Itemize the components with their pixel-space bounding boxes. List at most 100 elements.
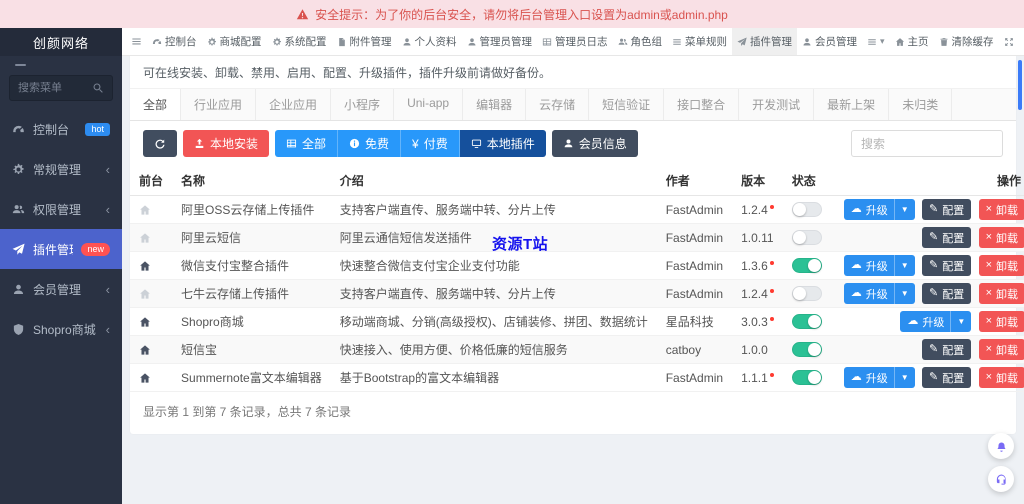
user-menu[interactable]: 创颜 bbox=[1019, 28, 1024, 55]
status-toggle[interactable] bbox=[791, 258, 822, 274]
uninstall-button[interactable]: × 卸载 bbox=[978, 227, 1024, 248]
category-tab[interactable]: 接口整合 bbox=[664, 89, 740, 120]
nav-menu-item[interactable]: 附件管理 bbox=[332, 28, 397, 55]
table-search-box bbox=[851, 130, 1003, 157]
record-summary: 显示第 1 到第 7 条记录，总共 7 条记录 bbox=[143, 405, 352, 419]
sidebar-item-label: Shopro商城 bbox=[33, 322, 96, 337]
category-tab[interactable]: 全部 bbox=[130, 89, 182, 120]
bell-icon bbox=[995, 440, 1008, 453]
caret-down-icon[interactable]: ▼ bbox=[893, 367, 915, 388]
upgrade-button[interactable]: ☁ 升级 ▼ bbox=[843, 283, 915, 304]
filter-all-button[interactable]: 全部 bbox=[275, 130, 339, 157]
caret-down-icon[interactable]: ▼ bbox=[893, 255, 915, 276]
status-toggle[interactable] bbox=[791, 314, 822, 330]
list-icon bbox=[672, 37, 682, 47]
upgrade-button[interactable]: ☁ 升级 ▼ bbox=[900, 311, 972, 332]
sidebar-toggle-button[interactable] bbox=[126, 28, 147, 56]
scrollbar-thumb[interactable] bbox=[1018, 60, 1022, 110]
config-button[interactable]: ✎ 配置 bbox=[922, 199, 972, 220]
uninstall-button[interactable]: × 卸载 bbox=[978, 255, 1024, 276]
pencil-icon: ✎ bbox=[929, 259, 939, 271]
upgrade-button[interactable]: ☁ 升级 ▼ bbox=[843, 255, 915, 276]
status-toggle[interactable] bbox=[791, 342, 822, 358]
notification-fab[interactable] bbox=[988, 433, 1014, 459]
sidebar-badge: new bbox=[81, 242, 110, 256]
more-menus-dropdown[interactable]: ▾ bbox=[862, 28, 890, 55]
sidebar-search-input[interactable] bbox=[18, 82, 89, 94]
nav-menu-item[interactable]: 会员管理 bbox=[797, 28, 862, 55]
sidebar-item[interactable]: 控制台 hot bbox=[0, 109, 122, 149]
uninstall-button[interactable]: × 卸载 bbox=[978, 199, 1024, 220]
upgrade-button[interactable]: ☁ 升级 ▼ bbox=[843, 367, 915, 388]
expand-icon bbox=[1004, 37, 1014, 47]
status-toggle[interactable] bbox=[791, 202, 822, 218]
uninstall-button[interactable]: × 卸载 bbox=[978, 311, 1024, 332]
home-icon bbox=[139, 344, 151, 356]
fullscreen-button[interactable] bbox=[999, 28, 1019, 56]
member-info-button[interactable]: 会员信息 bbox=[551, 130, 638, 157]
nav-menu-item[interactable]: 菜单规则 bbox=[667, 28, 732, 55]
category-tab[interactable]: 编辑器 bbox=[463, 89, 527, 120]
local-install-button[interactable]: 本地安装 bbox=[183, 130, 270, 157]
col-intro: 介绍 bbox=[330, 166, 657, 196]
nav-menu-item[interactable]: 控制台 bbox=[147, 28, 202, 55]
plugin-author: 星品科技 bbox=[656, 307, 733, 336]
filter-local-button[interactable]: 本地插件 bbox=[459, 130, 546, 157]
nav-menu-item[interactable]: 商城配置 bbox=[202, 28, 267, 55]
status-toggle[interactable] bbox=[791, 230, 822, 246]
category-tab[interactable]: 云存储 bbox=[526, 89, 590, 120]
nav-menu-item[interactable]: 插件管理 bbox=[732, 28, 797, 55]
filter-paid-button[interactable]: ¥ 付费 bbox=[401, 130, 460, 157]
category-tab[interactable]: Uni-app bbox=[394, 89, 464, 120]
col-version: 版本 bbox=[732, 166, 783, 196]
refresh-button[interactable] bbox=[143, 130, 177, 157]
uninstall-button[interactable]: × 卸载 bbox=[978, 367, 1024, 388]
sidebar-item[interactable]: Shopro商城 ‹ bbox=[0, 309, 122, 349]
filter-free-button[interactable]: 免费 bbox=[338, 130, 402, 157]
plugin-intro: 基于Bootstrap的富文本编辑器 bbox=[330, 363, 657, 392]
config-button[interactable]: ✎ 配置 bbox=[922, 227, 972, 248]
status-toggle[interactable] bbox=[791, 370, 822, 386]
sidebar-item[interactable]: 权限管理 ‹ bbox=[0, 189, 122, 229]
category-tab[interactable]: 最新上架 bbox=[814, 89, 890, 120]
sidebar-item[interactable]: 常规管理 ‹ bbox=[0, 149, 122, 189]
sidebar-item[interactable]: 插件管理 new bbox=[0, 229, 122, 269]
uninstall-button[interactable]: × 卸载 bbox=[978, 339, 1024, 360]
caret-down-icon[interactable]: ▼ bbox=[950, 311, 971, 332]
sidebar-item[interactable]: 会员管理 ‹ bbox=[0, 269, 122, 309]
category-tab[interactable]: 小程序 bbox=[331, 89, 395, 120]
uninstall-button[interactable]: × 卸载 bbox=[978, 283, 1024, 304]
paper-plane-icon bbox=[12, 243, 25, 256]
config-button[interactable]: ✎ 配置 bbox=[922, 339, 972, 360]
nav-menu-item[interactable]: 角色组 bbox=[613, 28, 668, 55]
status-toggle[interactable] bbox=[791, 286, 822, 302]
plugin-author: FastAdmin bbox=[656, 279, 733, 308]
nav-menu-item[interactable]: 系统配置 bbox=[267, 28, 332, 55]
config-button[interactable]: ✎ 配置 bbox=[922, 367, 972, 388]
category-tab[interactable]: 开发测试 bbox=[739, 89, 815, 120]
nav-menu-item[interactable]: 管理员日志 bbox=[537, 28, 613, 55]
upgrade-button[interactable]: ☁ 升级 ▼ bbox=[843, 199, 915, 220]
sidebar-collapse-dash bbox=[15, 64, 26, 66]
col-name: 名称 bbox=[172, 166, 331, 196]
config-button[interactable]: ✎ 配置 bbox=[922, 255, 972, 276]
chevron-left-icon: ‹ bbox=[105, 321, 110, 337]
customer-service-fab[interactable] bbox=[988, 466, 1014, 492]
clear-cache-button[interactable]: 清除缓存 bbox=[934, 28, 999, 55]
category-tab[interactable]: 短信验证 bbox=[589, 89, 665, 120]
home-icon bbox=[139, 372, 151, 384]
nav-menu-item[interactable]: 管理员管理 bbox=[462, 28, 538, 55]
nav-menu-item[interactable]: 个人资料 bbox=[397, 28, 462, 55]
home-icon bbox=[139, 204, 151, 216]
plugin-intro: 支持客户端直传、服务端中转、分片上传 bbox=[330, 195, 657, 224]
caret-down-icon[interactable]: ▼ bbox=[893, 283, 915, 304]
table-search-input[interactable] bbox=[851, 130, 1003, 157]
home-link[interactable]: 主页 bbox=[890, 28, 934, 55]
table-header-row: 前台 名称 介绍 作者 版本 状态 操作 bbox=[130, 166, 1024, 196]
category-tab[interactable]: 行业应用 bbox=[181, 89, 257, 120]
category-tab[interactable]: 未归类 bbox=[889, 89, 953, 120]
config-button[interactable]: ✎ 配置 bbox=[922, 283, 972, 304]
caret-down-icon[interactable]: ▼ bbox=[893, 199, 915, 220]
plugin-version: 1.2.4 bbox=[732, 195, 783, 224]
category-tab[interactable]: 企业应用 bbox=[256, 89, 332, 120]
